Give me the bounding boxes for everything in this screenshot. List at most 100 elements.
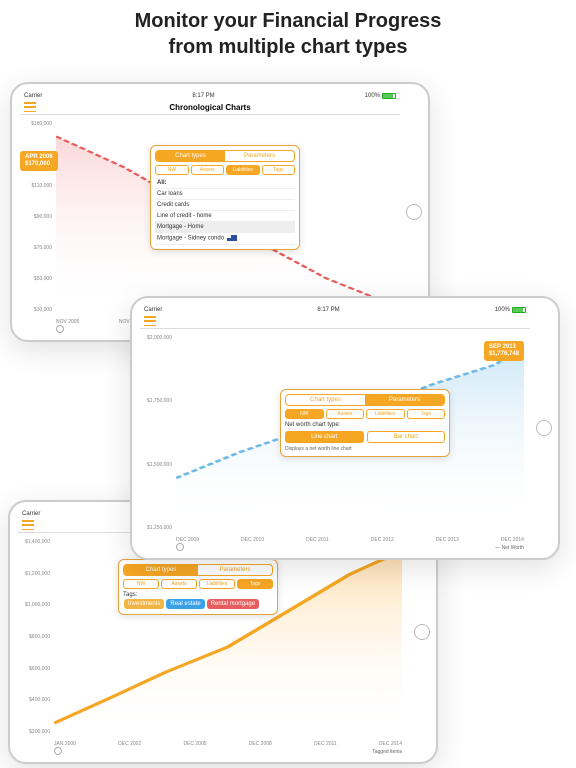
chart-type-buttons[interactable]: Line chart Bar chart — [285, 431, 445, 443]
battery-indicator: 100% — [365, 93, 396, 99]
tag-list[interactable]: InvestmentsReal estateRental mortgage — [123, 598, 273, 610]
subtab-liabilities[interactable]: Liabilities — [366, 409, 405, 419]
tick-label: $50,000 — [22, 276, 52, 282]
tick-label: $90,000 — [22, 214, 52, 220]
param-caption: Net worth chart type: — [285, 422, 445, 428]
top-tabs[interactable]: Chart types Parameters — [123, 564, 273, 576]
tab-chart-types[interactable]: Chart types — [124, 565, 198, 575]
tick-label: $600,000 — [20, 666, 50, 672]
tick-label: $1,200,000 — [20, 571, 50, 577]
list-item[interactable]: Car loans — [155, 189, 295, 200]
tick-label: $180,000 — [22, 121, 52, 127]
tag-chip[interactable]: Real estate — [166, 599, 204, 609]
battery-icon — [382, 93, 396, 99]
chart-area-3: $200,000 $400,000 $600,000 $800,000 $1,000,0… — [18, 533, 408, 755]
tick-label: DEC 2002 — [118, 741, 141, 747]
headline-line1: Monitor your Financial Progress — [0, 8, 576, 34]
nav-bar — [140, 314, 530, 329]
tick-label: DEC 2014 — [379, 741, 402, 747]
home-button-icon — [406, 204, 422, 220]
tab-chart-types[interactable]: Chart types — [286, 395, 365, 405]
tick-label: DEC 2013 — [436, 537, 459, 543]
sub-tabs[interactable]: NW Assets Liabilities Tags — [155, 165, 295, 175]
tick-label: DEC 2011 — [306, 537, 329, 543]
refresh-icon[interactable] — [176, 543, 184, 551]
tab-parameters[interactable]: Parameters — [225, 151, 294, 161]
data-callout-2: SEP 2013 $1,776,748 — [484, 341, 524, 361]
menu-icon[interactable] — [24, 102, 36, 112]
top-tabs[interactable]: Chart types Parameters — [285, 394, 445, 406]
tag-chip[interactable]: Investments — [124, 599, 164, 609]
param-desc: Displays a net worth line chart — [285, 446, 445, 452]
list-header: All: — [155, 178, 295, 189]
tick-label: DEC 2011 — [314, 741, 337, 747]
subtab-liabilities[interactable]: Liabilities — [199, 579, 235, 589]
callout-date: SEP 2013 — [489, 344, 519, 351]
clock-label: 8:17 PM — [317, 307, 339, 313]
x-axis-3: JAN 2000DEC 2002DEC 2005DEC 2008DEC 2011… — [54, 741, 402, 747]
headline-line2: from multiple chart types — [0, 34, 576, 60]
tag-chip[interactable]: Rental mortgage — [207, 599, 259, 609]
chart-options-popover[interactable]: Chart types Parameters NW Assets Liabili… — [118, 559, 278, 615]
subtab-nw[interactable]: NW — [285, 409, 324, 419]
home-button-icon — [414, 624, 430, 640]
legend-2: — Net Worth — [495, 545, 524, 551]
tick-label: $110,000 — [22, 183, 52, 189]
y-axis-2: $1,250,000$1,500,000$1,750,000$2,000,000 — [142, 335, 172, 531]
chart-options-popover[interactable]: Chart types Parameters NW Assets Liabili… — [150, 145, 300, 250]
tick-label: $1,250,000 — [142, 525, 172, 531]
subtab-liabilities[interactable]: Liabilities — [226, 165, 260, 175]
carrier-label: Carrier — [144, 307, 162, 313]
status-bar: Carrier 8:17 PM 100% — [20, 92, 400, 100]
menu-icon[interactable] — [22, 520, 34, 530]
sub-tabs[interactable]: NW Assets Liabilities Tags — [123, 579, 273, 589]
tick-label: $800,000 — [20, 634, 50, 640]
sub-tabs[interactable]: NW Assets Liabilities Tags — [285, 409, 445, 419]
subtab-nw[interactable]: NW — [123, 579, 159, 589]
tab-chart-types[interactable]: Chart types — [156, 151, 225, 161]
battery-pct: 100% — [495, 307, 510, 313]
menu-icon[interactable] — [144, 316, 156, 326]
tab-parameters[interactable]: Parameters — [365, 395, 444, 405]
subtab-tags[interactable]: Tags — [407, 409, 446, 419]
tick-label: $200,000 — [20, 729, 50, 735]
subtab-tags[interactable]: Tags — [262, 165, 296, 175]
battery-pct: 100% — [365, 93, 380, 99]
subtab-nw[interactable]: NW — [155, 165, 189, 175]
nav-bar: Chronological Charts — [20, 100, 400, 115]
list-item[interactable]: Line of credit - home — [155, 211, 295, 222]
btn-line-chart[interactable]: Line chart — [285, 431, 364, 443]
tick-label: $1,500,000 — [142, 462, 172, 468]
refresh-icon[interactable] — [54, 747, 62, 755]
legend-3: Tagged items — [372, 749, 402, 755]
tab-parameters[interactable]: Parameters — [198, 565, 272, 575]
x-axis-2: DEC 2009DEC 2010DEC 2011DEC 2012DEC 2013… — [176, 537, 524, 543]
y-axis-3: $200,000 $400,000 $600,000 $800,000 $1,000,0… — [20, 539, 50, 735]
refresh-icon[interactable] — [56, 325, 64, 333]
ipad-frame-2: Carrier 8:17 PM 100% $1,250,000 $1,500,00… — [130, 296, 560, 560]
btn-bar-chart[interactable]: Bar chart — [367, 431, 446, 443]
chart-options-popover[interactable]: Chart types Parameters NW Assets Liabili… — [280, 389, 450, 457]
tick-label: $400,000 — [20, 697, 50, 703]
tick-label: $1,000,000 — [20, 602, 50, 608]
subtab-assets[interactable]: Assets — [326, 409, 365, 419]
subtab-assets[interactable]: Assets — [161, 579, 197, 589]
battery-icon — [512, 307, 526, 313]
top-tabs[interactable]: Chart types Parameters — [155, 150, 295, 162]
subtab-tags[interactable]: Tags — [237, 579, 273, 589]
flag-icon — [227, 235, 237, 241]
tick-label: DEC 2014 — [501, 537, 524, 543]
page-title: Chronological Charts — [169, 103, 250, 112]
tick-label: $2,000,000 — [142, 335, 172, 341]
headline: Monitor your Financial Progress from mul… — [0, 0, 576, 62]
list-item[interactable]: Credit cards — [155, 200, 295, 211]
tick-label: DEC 2010 — [241, 537, 264, 543]
tick-label: DEC 2005 — [183, 741, 206, 747]
subtab-assets[interactable]: Assets — [191, 165, 225, 175]
list-item[interactable]: Mortgage - Home — [155, 222, 295, 233]
list-item[interactable]: Mortgage - Sidney condo — [155, 233, 295, 245]
carrier-label: Carrier — [24, 93, 42, 99]
liability-list[interactable]: Car loansCredit cardsLine of credit - ho… — [155, 189, 295, 245]
tick-label: DEC 2012 — [371, 537, 394, 543]
screen-2: Carrier 8:17 PM 100% $1,250,000 $1,500,00… — [140, 306, 530, 550]
